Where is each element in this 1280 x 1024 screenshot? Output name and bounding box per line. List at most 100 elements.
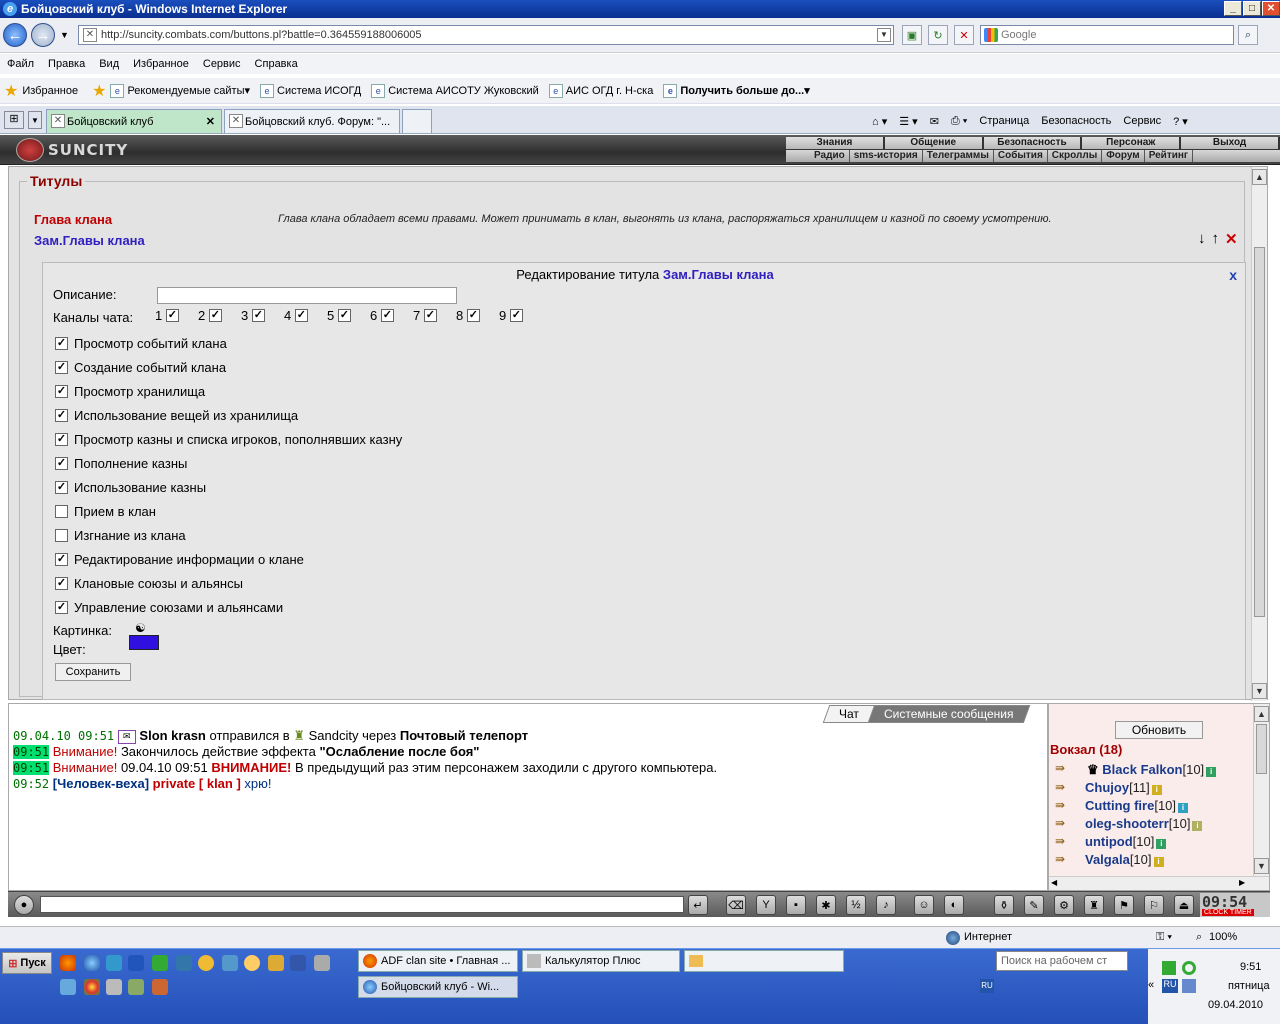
nav-exit[interactable]: Выход: [1181, 137, 1280, 149]
channel-5-checkbox[interactable]: ✓: [337, 309, 351, 322]
calculator-icon[interactable]: [106, 979, 122, 995]
word-icon[interactable]: [128, 955, 144, 971]
zoom-icon[interactable]: ⌕: [1196, 931, 1202, 944]
scroll-up-icon[interactable]: ▲: [1252, 169, 1267, 185]
color-swatch[interactable]: [129, 635, 159, 650]
private-message-icon[interactable]: ⇛: [1055, 834, 1075, 848]
scroll-left-icon[interactable]: ◀: [1051, 878, 1057, 887]
yin-yang-icon[interactable]: ☯: [135, 621, 146, 635]
nav-communication[interactable]: Общение: [884, 137, 984, 149]
task-adf-site[interactable]: ADF clan site • Главная ...: [358, 950, 518, 972]
minimize-button[interactable]: _: [1224, 1, 1242, 16]
menu-service[interactable]: Сервис: [1123, 115, 1161, 127]
delete-rank-icon[interactable]: ✕: [1225, 230, 1238, 248]
info-icon[interactable]: i: [1192, 821, 1203, 831]
private-message-icon[interactable]: ⇛: [1055, 816, 1075, 830]
stance-icon[interactable]: ✱: [816, 895, 836, 915]
perm-checkbox[interactable]: ✓: [55, 337, 68, 350]
nav-security[interactable]: Безопасность: [983, 137, 1083, 149]
private-message-icon[interactable]: ⇛: [1055, 852, 1075, 866]
online-user[interactable]: Cutting fire[10] i: [1085, 798, 1189, 813]
chat-channel[interactable]: private [ klan ]: [153, 776, 241, 791]
network-icon[interactable]: [1182, 979, 1196, 993]
private-message-icon[interactable]: ⇛: [1055, 798, 1075, 812]
rank-deputy-head[interactable]: Зам.Главы клана: [34, 233, 145, 248]
chat-sender[interactable]: [Человек-веха]: [53, 776, 149, 791]
nav-knowledge[interactable]: Знания: [786, 137, 885, 149]
online-user[interactable]: oleg-shooterr[10] i: [1085, 816, 1203, 831]
new-tab-button[interactable]: [402, 109, 432, 133]
channel-4-checkbox[interactable]: ✓: [294, 309, 308, 322]
back-button[interactable]: ←: [3, 23, 27, 47]
chat-user[interactable]: Slon krasn: [139, 728, 205, 743]
perm-checkbox[interactable]: ✓: [55, 457, 68, 470]
desktop-search-input[interactable]: Поиск на рабочем ст: [996, 951, 1128, 971]
description-input[interactable]: [157, 287, 457, 304]
fav-isogd[interactable]: e Система ИСОГД: [260, 83, 361, 98]
online-hscrollbar[interactable]: ◀ ▶: [1049, 876, 1269, 890]
messenger-icon[interactable]: [198, 955, 214, 971]
favorites-button[interactable]: ★ Избранное: [0, 81, 78, 101]
online-user[interactable]: untipod[10] i: [1085, 834, 1167, 849]
stop-icon[interactable]: ✕: [954, 25, 974, 45]
show-hidden-icons[interactable]: «: [1148, 979, 1154, 991]
perm-checkbox[interactable]: [55, 505, 68, 518]
speed-icon[interactable]: ½: [846, 895, 866, 915]
info-icon[interactable]: i: [1156, 839, 1167, 849]
sound-icon[interactable]: ♪: [876, 895, 896, 915]
filter-icon[interactable]: Y: [756, 895, 776, 915]
perm-checkbox[interactable]: ✓: [55, 385, 68, 398]
perm-checkbox[interactable]: ✓: [55, 433, 68, 446]
perm-checkbox[interactable]: ✓: [55, 481, 68, 494]
search-icon[interactable]: ⌕: [1112, 953, 1119, 968]
scroll-icon[interactable]: ✎: [1024, 895, 1044, 915]
chat-input[interactable]: [40, 896, 684, 913]
exit-icon[interactable]: ⏏: [1174, 895, 1194, 915]
app-icon[interactable]: [152, 979, 168, 995]
scroll-thumb[interactable]: [1254, 247, 1265, 617]
private-message-icon[interactable]: ⇛: [1055, 761, 1075, 775]
feeds-icon[interactable]: ☰ ▾: [899, 115, 917, 128]
online-user[interactable]: Valgala[10] i: [1085, 852, 1164, 867]
perm-checkbox[interactable]: [55, 529, 68, 542]
eraser-icon[interactable]: ⌫: [726, 895, 746, 915]
menu-favorites[interactable]: Избранное: [126, 58, 196, 70]
compat-view-icon[interactable]: ▣: [902, 25, 922, 45]
protected-mode-icon[interactable]: ⚿ ▾: [1156, 931, 1172, 944]
perm-checkbox[interactable]: ✓: [55, 553, 68, 566]
task-calculator[interactable]: Калькулятор Плюс: [522, 950, 680, 972]
subnav-rating[interactable]: Рейтинг: [1145, 150, 1194, 162]
subnav-events[interactable]: События: [994, 150, 1048, 162]
start-button[interactable]: ⊞ Пуск: [2, 952, 52, 974]
menu-security[interactable]: Безопасность: [1041, 115, 1111, 127]
subnav-scrolls[interactable]: Скроллы: [1048, 150, 1103, 162]
menu-file[interactable]: Файл: [0, 58, 41, 70]
app-icon[interactable]: [128, 979, 144, 995]
send-enter-icon[interactable]: ↵: [688, 895, 708, 915]
menu-tools[interactable]: Сервис: [196, 58, 248, 70]
print-icon[interactable]: ⎙ ▾: [951, 115, 967, 128]
close-tab-icon[interactable]: ✕: [206, 115, 215, 128]
online-user[interactable]: Chujoy[11] i: [1085, 780, 1162, 795]
info-icon[interactable]: i: [1153, 857, 1164, 867]
nav-character[interactable]: Персонаж: [1082, 137, 1182, 149]
armor-icon[interactable]: ♜: [1084, 895, 1104, 915]
refresh-button[interactable]: Обновить: [1115, 721, 1203, 739]
helmet-icon[interactable]: ◐: [944, 895, 964, 915]
app-icon[interactable]: [60, 979, 76, 995]
main-scrollbar[interactable]: ▲ ▼: [1251, 167, 1267, 701]
app-icon[interactable]: [314, 955, 330, 971]
close-window-button[interactable]: ✕: [1262, 1, 1280, 16]
scroll-down-icon[interactable]: ▼: [1254, 858, 1269, 874]
help-icon[interactable]: ? ▾: [1173, 115, 1188, 128]
forward-button[interactable]: →: [31, 23, 55, 47]
tab-list-icon[interactable]: ▼: [28, 111, 42, 129]
history-dropdown-icon[interactable]: ▼: [60, 30, 69, 40]
task-fightclub[interactable]: Бойцовский клуб - Wi...: [358, 976, 518, 998]
tab-fightclub[interactable]: ✕ Бойцовский клуб ✕: [46, 109, 222, 133]
channel-8-checkbox[interactable]: ✓: [466, 309, 480, 322]
address-dropdown-icon[interactable]: ▼: [877, 28, 891, 42]
chat-head-icon[interactable]: ●: [14, 895, 34, 915]
subnav-radio[interactable]: Радио: [810, 150, 850, 162]
close-edit-button[interactable]: x: [1229, 267, 1237, 283]
